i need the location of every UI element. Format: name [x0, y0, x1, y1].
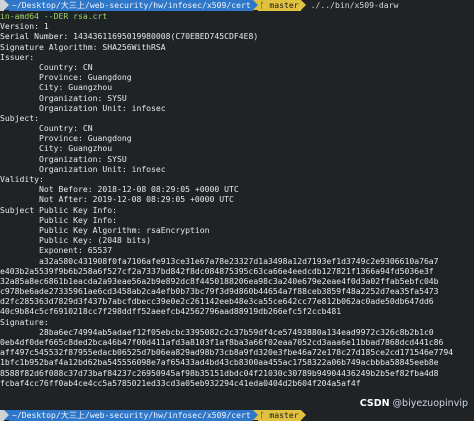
output-line: e403b2a5539f9b6b258a6f527cf2a7337bd842f8… [0, 265, 434, 276]
csdn-watermark: CSDN @biyezuopinvip [357, 397, 470, 409]
output-line: Public Key Info: [0, 214, 117, 225]
output-line: Subject: [0, 112, 39, 123]
bottom-prompt: ~/Desktop/大三上/web-security/hw/infosec/x5… [0, 410, 474, 421]
top-prompt: ~/Desktop/大三上/web-security/hw/infosec/x5… [0, 0, 474, 11]
command-wrap-line: in-amd64 --DER rsa.crt [0, 11, 108, 21]
output-line: 8588f82d6f088c37d73baf84237c26950945af98… [0, 367, 439, 378]
output-line: Country: CN [0, 123, 93, 134]
output-line: 0eb4df0def665c8ded2bca46b47f00d411afd3a8… [0, 337, 444, 347]
output-line: Organization: SYSU [0, 153, 127, 164]
apple-icon [0, 410, 4, 421]
git-branch-badge: ᚴ master [257, 410, 301, 421]
output-line: Signature: [0, 316, 49, 327]
output-line: Signature Algorithm: SHA256WithRSA [0, 41, 166, 52]
output-line: 1bfc1b952baf4a12bd62ba545556098e7af65433… [0, 357, 439, 368]
output-line: Serial Number: 14343611695019980008(C70E… [0, 31, 259, 42]
output-line: Province: Guangdong [0, 72, 132, 83]
output-line: Validity: [0, 174, 44, 184]
output-line: Version: 1 [0, 21, 49, 32]
output-line: Issuer: [0, 51, 35, 62]
output-line: Public Key Algorithm: rsaEncryption [0, 224, 210, 235]
output-line: Not Before: 2018-12-08 08:29:05 +0000 UT… [0, 184, 239, 195]
output-line: Country: CN [0, 61, 93, 72]
certificate-output: Version: 1 Serial Number: 143436116950199… [0, 21, 474, 388]
output-line: a32a580c431908f0fa7106afe913ce31e67a78e2… [0, 255, 439, 266]
terminal-window[interactable]: ~/Desktop/大三上/web-security/hw/infosec/x5… [0, 0, 474, 421]
prompt-path: ~/Desktop/大三上/web-security/hw/infosec/x5… [9, 0, 253, 11]
git-branch-badge: ᚴ master [257, 0, 301, 11]
output-line: fcbaf4cc76ff0ab4ce4cc5a5785021ed33cd3a05… [0, 377, 361, 388]
output-line: Organization Unit: infosec [0, 163, 166, 174]
terminal-output: in-amd64 --DER rsa.crt Version: 1 Serial … [0, 11, 474, 388]
output-line: City: Guangzhou [0, 82, 113, 93]
output-line: Not After: 2019-12-08 08:29:05 +0000 UTC [0, 194, 234, 205]
output-line: Organization: SYSU [0, 92, 127, 103]
powerline-separator [300, 410, 306, 420]
output-line: City: Guangzhou [0, 143, 113, 154]
powerline-separator [300, 0, 306, 10]
prompt-path: ~/Desktop/大三上/web-security/hw/infosec/x5… [9, 410, 253, 421]
output-line: Public Key: (2048 bits) [0, 235, 152, 246]
output-line: aff497c545532f87955edacb06525d7b06ea829a… [0, 347, 454, 358]
output-line: Organization Unit: infosec [0, 102, 166, 113]
output-line: Exponent: 65537 [0, 245, 113, 256]
output-line: d2fc285363d7829d3f437b7abcfdbecc39e0e2c2… [0, 296, 434, 307]
csdn-logo: CSDN [359, 397, 390, 409]
output-line: Subject Public Key Info: [0, 204, 117, 215]
apple-icon [0, 0, 4, 11]
command-text: ./../bin/x509-darw [310, 0, 399, 10]
output-line: c978be6ade27335961ae6cd3458ab2ca4efb0b73… [0, 286, 439, 297]
output-line: 28ba6ec74994ab5adaef12f05ebcbc3395082c2c… [0, 326, 434, 337]
output-line: 32a85a8ec6861b1eacda2a93eae56a2b9e892dc8… [0, 275, 439, 286]
output-line: Province: Guangdong [0, 133, 132, 144]
output-line: 40c9b84c5cf6910218cc7f298ddff52aeefcb425… [0, 306, 342, 317]
watermark-text: @biyezuopinvip [389, 397, 468, 409]
